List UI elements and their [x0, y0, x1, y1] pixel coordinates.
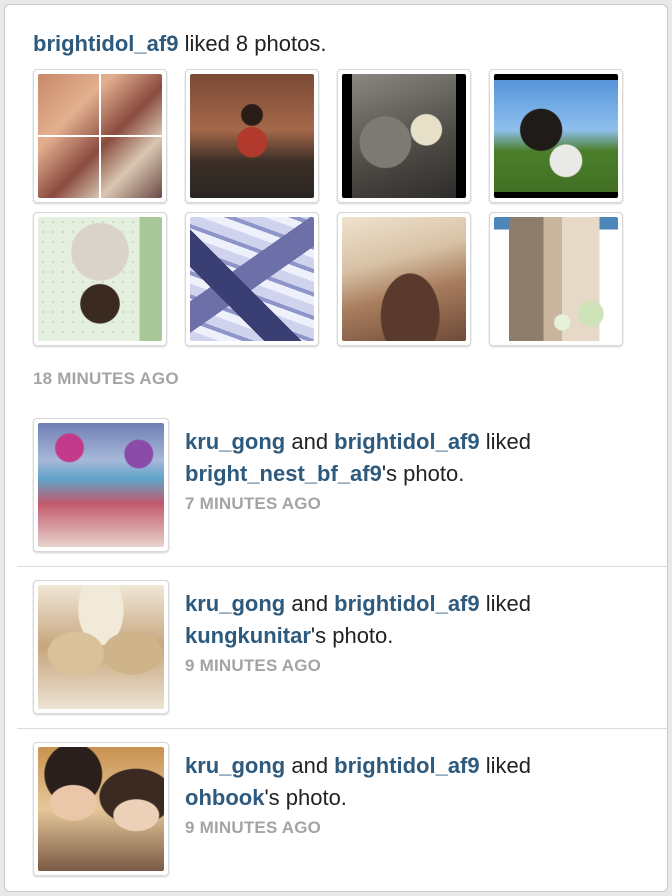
activity-timestamp: 9 MINUTES AGO	[185, 656, 322, 675]
photo-suffix-text: 's photo.	[264, 785, 347, 810]
activity-photo-thumbnail[interactable]	[33, 580, 169, 714]
liked-photo-thumbnail[interactable]	[337, 212, 471, 346]
username-link[interactable]: brightidol_af9	[334, 591, 479, 616]
activity-feed: brightidol_af9 liked 8 photos. 18 MINUTE…	[4, 4, 668, 892]
activity-timestamp: 9 MINUTES AGO	[185, 818, 322, 837]
activity-text: kru_gong and brightidol_af9 liked kungku…	[185, 588, 625, 652]
liked-photo-thumbnail[interactable]	[489, 212, 623, 346]
divider	[17, 566, 667, 567]
liked-text: liked	[479, 753, 531, 778]
liked-photo-thumbnail[interactable]	[33, 69, 167, 203]
liked-photo-thumbnail[interactable]	[489, 69, 623, 203]
username-link[interactable]: kru_gong	[185, 753, 285, 778]
activity-item: kru_gong and brightidol_af9 liked kungku…	[5, 580, 667, 742]
connector-text: and	[285, 429, 335, 454]
header-action-text: liked 8 photos.	[178, 31, 327, 56]
username-link[interactable]: kru_gong	[185, 429, 285, 454]
activity-text: kru_gong and brightidol_af9 liked bright…	[185, 426, 625, 490]
divider	[17, 728, 667, 729]
username-link[interactable]: brightidol_af9	[334, 429, 479, 454]
photo-suffix-text: 's photo.	[310, 623, 394, 648]
liked-photo-thumbnail[interactable]	[337, 69, 471, 203]
liked-photo-thumbnail[interactable]	[185, 69, 319, 203]
username-link[interactable]: brightidol_af9	[334, 753, 479, 778]
owner-username-link[interactable]: ohbook	[185, 785, 264, 810]
owner-username-link[interactable]: kungkunitar	[185, 623, 311, 648]
connector-text: and	[285, 591, 335, 616]
liked-text: liked	[479, 591, 531, 616]
liked-photo-thumbnail[interactable]	[185, 212, 319, 346]
activity-item: kru_gong and brightidol_af9 liked bright…	[5, 418, 667, 580]
liked-text: liked	[479, 429, 531, 454]
activity-text: kru_gong and brightidol_af9 liked ohbook…	[185, 750, 625, 814]
activity-photo-thumbnail[interactable]	[33, 742, 169, 876]
grouped-like-header: brightidol_af9 liked 8 photos.	[33, 31, 326, 57]
username-link[interactable]: brightidol_af9	[33, 31, 178, 56]
owner-username-link[interactable]: bright_nest_bf_af9	[185, 461, 382, 486]
activity-item: kru_gong and brightidol_af9 liked ohbook…	[5, 742, 667, 891]
liked-photo-thumbnail[interactable]	[33, 212, 167, 346]
activity-photo-thumbnail[interactable]	[33, 418, 169, 552]
username-link[interactable]: kru_gong	[185, 591, 285, 616]
connector-text: and	[285, 753, 335, 778]
photo-suffix-text: 's photo.	[381, 461, 465, 486]
grid-timestamp: 18 MINUTES AGO	[33, 369, 179, 388]
activity-timestamp: 7 MINUTES AGO	[185, 494, 322, 513]
